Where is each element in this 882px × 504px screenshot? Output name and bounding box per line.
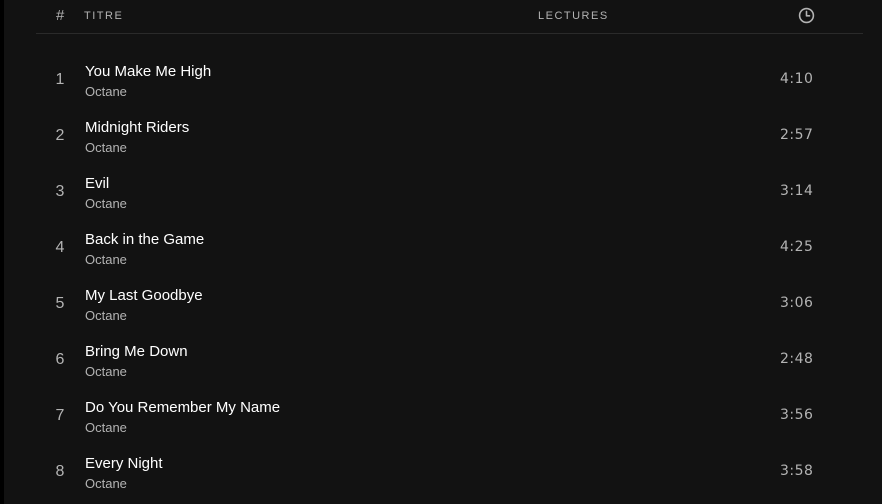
track-artist[interactable]: Octane [85,252,127,267]
track-duration: 3:58 [780,463,814,479]
track-title[interactable]: Bring Me Down [85,343,188,361]
track-title[interactable]: Do You Remember My Name [85,399,280,417]
track-artist[interactable]: Octane [85,308,127,323]
track-artist[interactable]: Octane [85,140,127,155]
track-row[interactable]: 3 Evil Octane 3:14 [4,163,882,219]
track-artist[interactable]: Octane [85,84,127,99]
track-row[interactable]: 7 Do You Remember My Name Octane 3:56 [4,387,882,443]
track-title[interactable]: Every Night [85,455,163,473]
track-duration: 3:56 [780,407,814,423]
track-number: 1 [55,71,65,88]
track-duration: 2:57 [780,127,814,143]
header-title-column[interactable]: TITRE [84,10,123,22]
track-row[interactable]: 5 My Last Goodbye Octane 3:06 [4,275,882,331]
track-number: 8 [55,463,65,480]
track-title[interactable]: Evil [85,175,109,193]
track-row[interactable]: 2 Midnight Riders Octane 2:57 [4,107,882,163]
track-number: 6 [55,351,65,368]
track-row[interactable]: 1 You Make Me High Octane 4:10 [4,51,882,107]
track-duration: 4:10 [780,71,814,87]
track-duration: 3:06 [780,295,814,311]
track-row[interactable]: 6 Bring Me Down Octane 2:48 [4,331,882,387]
track-title[interactable]: My Last Goodbye [85,287,203,305]
track-artist[interactable]: Octane [85,420,127,435]
track-number: 4 [55,239,65,256]
track-number: 7 [55,407,65,424]
track-number: 2 [55,127,65,144]
header-plays-column[interactable]: LECTURES [538,10,609,22]
track-artist[interactable]: Octane [85,196,127,211]
track-artist[interactable]: Octane [85,476,127,491]
track-duration: 4:25 [780,239,814,255]
track-rows: 1 You Make Me High Octane 4:10 2 Midnigh… [4,51,882,499]
clock-icon[interactable] [798,7,815,24]
header-number-column[interactable]: # [56,7,64,24]
track-duration: 2:48 [780,351,814,367]
track-row[interactable]: 8 Every Night Octane 3:58 [4,443,882,499]
tracklist: # TITRE LECTURES 1 You Make Me High Octa… [4,0,882,504]
track-artist[interactable]: Octane [85,364,127,379]
track-number: 5 [55,295,65,312]
track-title[interactable]: Midnight Riders [85,119,189,137]
track-row[interactable]: 4 Back in the Game Octane 4:25 [4,219,882,275]
track-title[interactable]: You Make Me High [85,63,211,81]
tracklist-header: # TITRE LECTURES [36,0,863,34]
track-number: 3 [55,183,65,200]
track-duration: 3:14 [780,183,814,199]
track-title[interactable]: Back in the Game [85,231,204,249]
